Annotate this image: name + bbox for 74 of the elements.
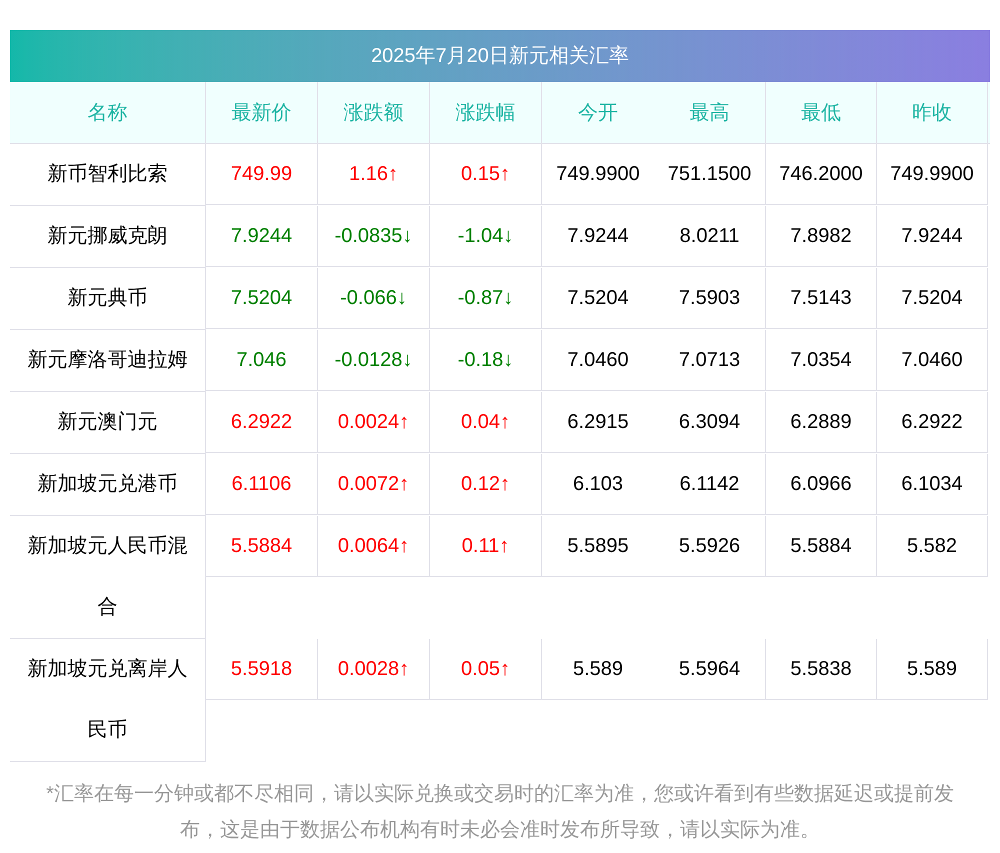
table-cell: 8.0211 [654,206,766,267]
currency-name: 新元典币 [10,268,206,330]
table-cell: 749.9900 [542,144,654,205]
table-cell: -0.87↓ [430,268,542,329]
table-cell: 0.0064↑ [318,516,430,577]
table-cell: 7.5204 [206,268,318,329]
column-header: 名称 [10,82,206,143]
table-cell: 6.2922 [206,392,318,453]
column-header: 最新价 [206,82,318,143]
table-cell: 0.0072↑ [318,454,430,515]
table-cell: 6.2915 [542,392,654,453]
table-cell: -1.04↓ [430,206,542,267]
currency-name: 新加坡元兑离岸人民币 [10,639,206,762]
column-header: 最低 [766,82,877,143]
table-cell: 5.5884 [766,516,877,577]
table-cell: 5.582 [877,516,988,577]
table-cell: 7.046 [206,330,318,391]
currency-name: 新加坡元人民币混合 [10,516,206,639]
currency-name: 新元摩洛哥迪拉姆 [10,330,206,392]
table-cell: 746.2000 [766,144,877,205]
table-cell: 0.0024↑ [318,392,430,453]
currency-name: 新加坡元兑港币 [10,454,206,516]
table-cell: 6.103 [542,454,654,515]
table-cell: 6.1034 [877,454,988,515]
table-cell: 5.589 [877,639,988,700]
table-cell: 7.0460 [877,330,988,391]
column-header: 最高 [654,82,766,143]
table-cell: 5.5895 [542,516,654,577]
column-header: 涨跌幅 [430,82,542,143]
table-cell: 1.16↑ [318,144,430,205]
table-cell: 7.5143 [766,268,877,329]
table-cell: 5.5926 [654,516,766,577]
table-cell: -0.0835↓ [318,206,430,267]
table-cell: 6.3094 [654,392,766,453]
table-cell: 5.5964 [654,639,766,700]
column-header: 昨收 [877,82,988,143]
table-cell: -0.0128↓ [318,330,430,391]
column-header: 涨跌额 [318,82,430,143]
table-cell: -0.18↓ [430,330,542,391]
table-cell: 0.15↑ [430,144,542,205]
table-cell: 7.0354 [766,330,877,391]
table-cell: 0.04↑ [430,392,542,453]
table-cell: 5.5838 [766,639,877,700]
table-cell: 6.2922 [877,392,988,453]
table-cell: 749.9900 [877,144,988,205]
table-cell: 751.1500 [654,144,766,205]
currency-name: 新元澳门元 [10,392,206,454]
table-cell: 0.11↑ [430,516,542,577]
table-title: 2025年7月20日新元相关汇率 [10,30,990,82]
table-cell: 7.9244 [542,206,654,267]
table-cell: 5.589 [542,639,654,700]
table-cell: 0.0028↑ [318,639,430,700]
table-cell: 5.5884 [206,516,318,577]
table-cell: 7.5204 [877,268,988,329]
table-cell: 7.0460 [542,330,654,391]
column-header: 今开 [577,100,619,126]
disclaimer-note: *汇率在每一分钟或都不尽相同，请以实际兑换或交易时的汇率为准，您或许看到有些数据延迟或提前发布，这是由于数据公布机构有时未必会准时发布所导致，请以实际为准。 [45,782,955,843]
table-cell: 0.05↑ [430,639,542,700]
table-cell: 7.8982 [766,206,877,267]
table-cell: 7.9244 [877,206,988,267]
currency-name: 新币智利比索 [10,144,206,206]
table-cell: 6.0966 [766,454,877,515]
currency-name: 新元挪威克朗 [10,206,206,268]
table-cell: 6.1142 [654,454,766,515]
table-cell: 7.0713 [654,330,766,391]
table-cell: 0.12↑ [430,454,542,515]
table-cell: 5.5918 [206,639,318,700]
table-cell: 7.5903 [654,268,766,329]
table-cell: 6.1106 [206,454,318,515]
table-cell: 6.2889 [766,392,877,453]
table-cell: 7.5204 [542,268,654,329]
table-cell: 7.9244 [206,206,318,267]
table-cell: -0.066↓ [318,268,430,329]
table-cell: 749.99 [206,144,318,205]
